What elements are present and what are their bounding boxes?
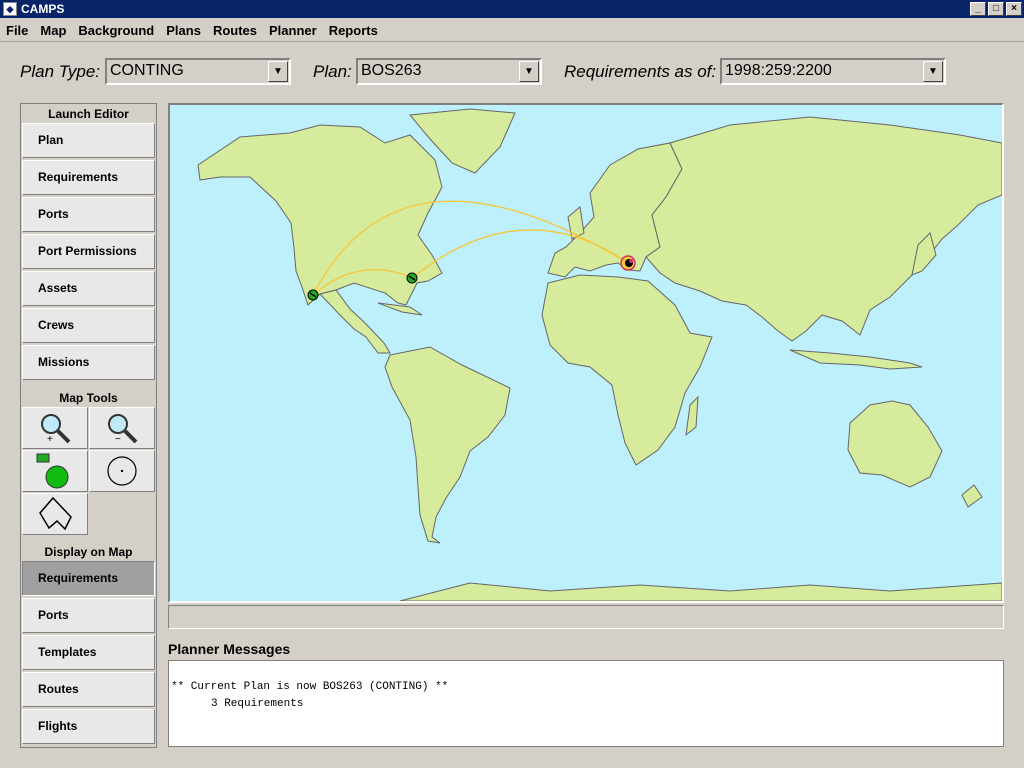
title-bar: ◆ CAMPS _ □ × bbox=[0, 0, 1024, 18]
window-title: CAMPS bbox=[21, 2, 65, 16]
point-select-icon bbox=[107, 456, 137, 486]
display-flights-toggle[interactable]: Flights bbox=[22, 709, 155, 744]
chevron-down-icon[interactable]: ▼ bbox=[268, 61, 288, 82]
map-tools-header: Map Tools bbox=[59, 391, 118, 405]
plan-select[interactable]: BOS263 ▼ bbox=[356, 58, 542, 85]
point-select-button[interactable] bbox=[89, 450, 155, 492]
requirements-as-of-value: 1998:259:2200 bbox=[725, 62, 832, 79]
menu-bar: File Map Background Plans Routes Planner… bbox=[0, 19, 1024, 42]
add-location-button[interactable] bbox=[22, 450, 88, 492]
menu-map[interactable]: Map bbox=[34, 23, 72, 38]
menu-reports[interactable]: Reports bbox=[323, 23, 384, 38]
planner-messages-title: Planner Messages bbox=[168, 641, 291, 657]
requirements-as-of-label: Requirements as of: bbox=[564, 62, 717, 81]
plan-value: BOS263 bbox=[361, 62, 422, 79]
plan-label: Plan: bbox=[313, 62, 352, 81]
close-button[interactable]: × bbox=[1006, 2, 1022, 16]
menu-routes[interactable]: Routes bbox=[207, 23, 263, 38]
editor-plan-button[interactable]: Plan bbox=[22, 123, 155, 158]
chevron-down-icon[interactable]: ▼ bbox=[519, 61, 539, 82]
plan-type-select[interactable]: CONTING ▼ bbox=[105, 58, 291, 85]
plan-type-value: CONTING bbox=[110, 62, 184, 79]
display-routes-toggle[interactable]: Routes bbox=[22, 672, 155, 707]
app-icon: ◆ bbox=[3, 2, 17, 16]
minimize-button[interactable]: _ bbox=[970, 2, 986, 16]
editor-missions-button[interactable]: Missions bbox=[22, 345, 155, 380]
zoom-in-icon: + bbox=[41, 414, 71, 445]
display-ports-toggle[interactable]: Ports bbox=[22, 598, 155, 633]
editor-port-permissions-button[interactable]: Port Permissions bbox=[22, 234, 155, 269]
display-requirements-toggle[interactable]: Requirements bbox=[22, 561, 155, 596]
polygon-select-button[interactable] bbox=[22, 493, 88, 535]
svg-text:+: + bbox=[47, 434, 53, 445]
launch-editor-header: Launch Editor bbox=[48, 107, 129, 121]
editor-assets-button[interactable]: Assets bbox=[22, 271, 155, 306]
planner-messages-panel[interactable]: ** Current Plan is now BOS263 (CONTING) … bbox=[168, 660, 1004, 747]
world-map[interactable] bbox=[168, 103, 1004, 603]
plan-type-label: Plan Type: bbox=[20, 62, 101, 81]
display-on-map-header: Display on Map bbox=[44, 545, 133, 559]
zoom-out-button[interactable]: − bbox=[89, 407, 155, 449]
polygon-select-icon bbox=[39, 496, 72, 531]
editor-requirements-button[interactable]: Requirements bbox=[22, 160, 155, 195]
display-templates-toggle[interactable]: Templates bbox=[22, 635, 155, 670]
menu-file[interactable]: File bbox=[0, 23, 34, 38]
add-location-icon bbox=[36, 453, 69, 489]
map-status-bar bbox=[168, 605, 1004, 629]
maximize-button[interactable]: □ bbox=[988, 2, 1004, 16]
plan-control-row: Plan Type: CONTING ▼ Plan: BOS263 ▼ Requ… bbox=[0, 58, 1024, 86]
west-coast-port-marker[interactable] bbox=[307, 289, 319, 301]
editor-crews-button[interactable]: Crews bbox=[22, 308, 155, 343]
menu-planner[interactable]: Planner bbox=[263, 23, 323, 38]
chevron-down-icon[interactable]: ▼ bbox=[923, 61, 943, 82]
menu-plans[interactable]: Plans bbox=[160, 23, 207, 38]
requirements-as-of-select[interactable]: 1998:259:2200 ▼ bbox=[720, 58, 946, 85]
world-map-canvas[interactable] bbox=[170, 105, 1002, 601]
message-line: ** Current Plan is now BOS263 (CONTING) … bbox=[171, 681, 449, 693]
zoom-out-icon: − bbox=[108, 414, 138, 445]
menu-background[interactable]: Background bbox=[72, 23, 160, 38]
left-sidebar: Launch Editor Plan Requirements Ports Po… bbox=[20, 103, 157, 748]
east-coast-port-marker[interactable] bbox=[406, 272, 418, 284]
editor-ports-button[interactable]: Ports bbox=[22, 197, 155, 232]
zoom-in-button[interactable]: + bbox=[22, 407, 88, 449]
message-line: 3 Requirements bbox=[211, 698, 304, 710]
europe-destination-marker[interactable] bbox=[620, 255, 636, 271]
svg-text:−: − bbox=[115, 434, 121, 445]
